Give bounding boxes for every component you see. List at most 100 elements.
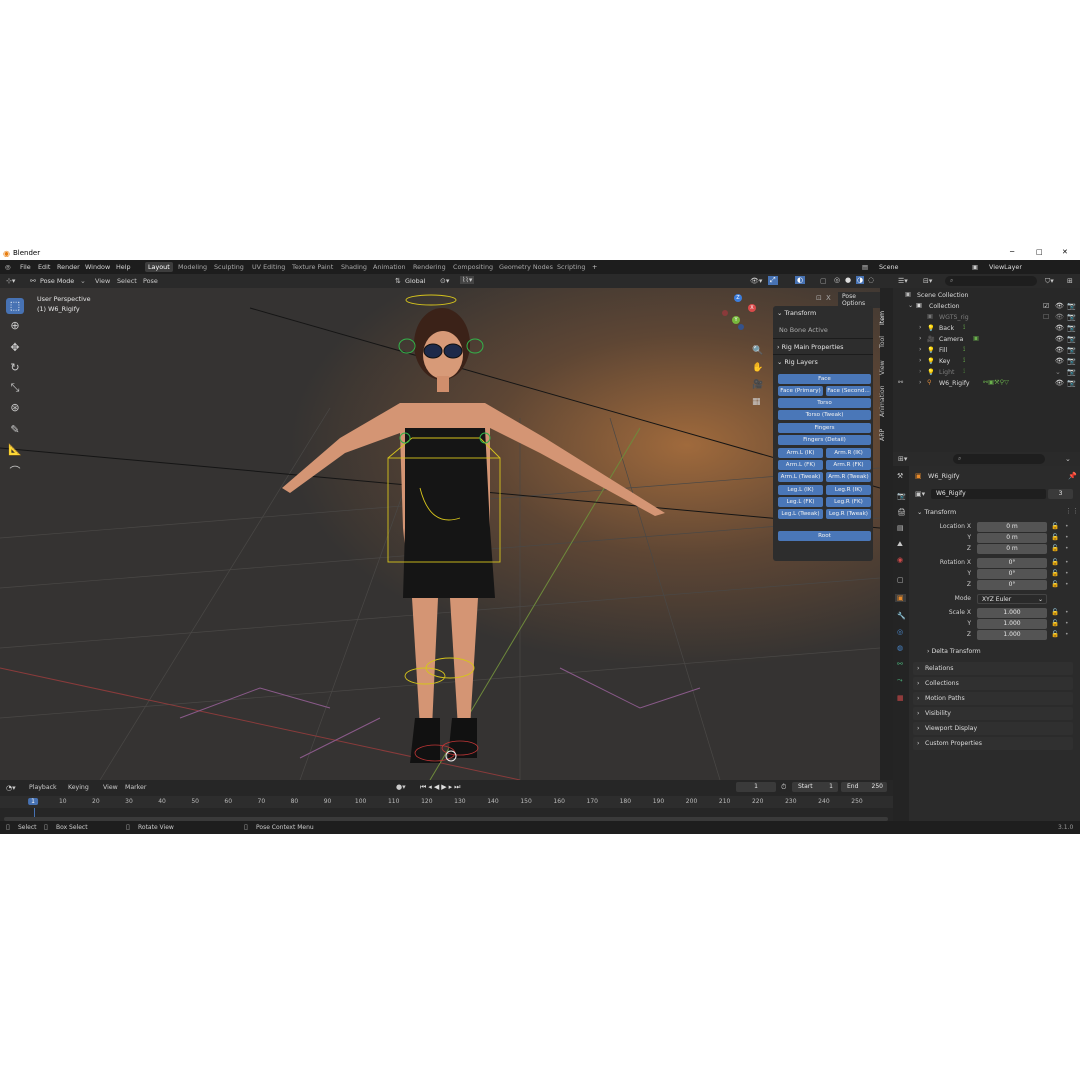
layer-arm-l-tweak-button[interactable]: Arm.L (Tweak) — [778, 472, 823, 482]
object-tab-icon[interactable]: ▣ — [895, 594, 906, 602]
menu-render[interactable]: Render — [57, 263, 80, 271]
relax-pose-tool[interactable]: ⌒ — [6, 464, 24, 480]
ortho-grid-icon[interactable]: ▦ — [752, 397, 761, 407]
collection-tab-icon[interactable]: ▢ — [897, 576, 904, 584]
pan-hand-icon[interactable]: ✋ — [752, 363, 763, 373]
zoom-icon[interactable]: 🔍 — [752, 346, 763, 356]
scale-y-field[interactable]: 1.000 — [977, 619, 1047, 629]
collections-section[interactable]: › Collections — [913, 677, 1073, 690]
layer-fingers-detail-button[interactable]: Fingers (Detail) — [778, 435, 871, 445]
keyframe-dot-icon[interactable]: • — [1065, 620, 1069, 627]
outliner-row-fill[interactable]: › 💡 Fill ⟟ 👁 📷 — [893, 345, 1080, 356]
add-workspace-button[interactable]: + — [592, 263, 597, 271]
layer-torso-button[interactable]: Torso — [778, 398, 871, 408]
pivot-icon[interactable]: ⊙▾ — [440, 277, 449, 285]
workspace-layout[interactable]: Layout — [145, 262, 173, 272]
menu-window[interactable]: Window — [85, 263, 110, 271]
maximize-button[interactable]: □ — [1036, 248, 1043, 256]
timeline-editor-icon[interactable]: ◔▾ — [6, 784, 16, 792]
layer-face-secondary-button[interactable]: Face (Second... — [826, 386, 871, 396]
object-browse-icon[interactable]: ▣▾ — [915, 490, 925, 498]
start-frame-field[interactable]: Start 1 — [792, 782, 838, 792]
layer-leg-l-tweak-button[interactable]: Leg.L (Tweak) — [778, 509, 823, 519]
tab-item[interactable]: Item — [879, 308, 891, 328]
keying-menu[interactable]: Keying — [68, 784, 89, 791]
snap-icon[interactable]: ⌇⌇▾ — [460, 276, 475, 284]
rotate-tool[interactable]: ↻ — [6, 360, 24, 376]
physics-tab-icon[interactable]: ◍ — [897, 644, 903, 652]
data-tab-icon[interactable]: ⤳ — [897, 676, 903, 685]
end-frame-field[interactable]: End 250 — [841, 782, 887, 792]
panel-expand-icon[interactable]: ⊡ — [816, 294, 822, 302]
menu-edit[interactable]: Edit — [38, 263, 50, 271]
lock-icon[interactable]: 🔓 — [1051, 580, 1059, 588]
modifier-tab-icon[interactable]: 🔧 — [897, 612, 906, 620]
workspace-uv-editing[interactable]: UV Editing — [252, 263, 285, 271]
new-collection-icon[interactable]: ⊞ — [1067, 277, 1073, 285]
location-y-field[interactable]: 0 m — [977, 533, 1047, 543]
move-tool[interactable]: ✥ — [6, 340, 24, 356]
layer-arm-r-tweak-button[interactable]: Arm.R (Tweak) — [826, 472, 871, 482]
layer-face-primary-button[interactable]: Face (Primary) — [778, 386, 823, 396]
view-layer-tab-icon[interactable]: ▤ — [897, 524, 904, 532]
workspace-rendering[interactable]: Rendering — [413, 263, 446, 271]
tab-view[interactable]: View — [879, 358, 891, 378]
shading-wire-icon[interactable]: ◎ — [834, 276, 840, 284]
constraints-tab-icon[interactable]: ⚯ — [897, 660, 903, 668]
layer-arm-l-ik-button[interactable]: Arm.L (IK) — [778, 448, 823, 458]
keyframe-dot-icon[interactable]: • — [1065, 559, 1069, 566]
layer-face-button[interactable]: Face — [778, 374, 871, 384]
record-icon[interactable]: ●▾ — [396, 783, 406, 791]
layer-arm-r-fk-button[interactable]: Arm.R (FK) — [826, 460, 871, 470]
transform-tool[interactable]: ⊛ — [6, 400, 24, 416]
timeline-view-menu[interactable]: View — [103, 784, 118, 791]
keyframe-dot-icon[interactable]: • — [1065, 523, 1069, 530]
shading-rendered-icon[interactable]: ◌ — [868, 276, 874, 284]
xray-icon[interactable]: ▢ — [820, 277, 827, 285]
location-z-field[interactable]: 0 m — [977, 544, 1047, 554]
rotation-x-field[interactable]: 0° — [977, 558, 1047, 568]
cursor-tool[interactable]: ⊕ — [6, 318, 24, 334]
rig-layers-header[interactable]: ⌄ Rig Layers — [777, 358, 818, 366]
outliner-row-w6-rigify[interactable]: ⚯ › ⚲ W6_Rigify ⚯▣⚒⚲▽ 👁 📷 — [893, 378, 1080, 389]
layer-root-button[interactable]: Root — [778, 531, 871, 541]
relations-section[interactable]: › Relations — [913, 662, 1073, 675]
transform-section-header[interactable]: ⌄ Transform — [917, 508, 956, 516]
properties-editor-icon[interactable]: ⊞▾ — [898, 455, 907, 463]
workspace-compositing[interactable]: Compositing — [453, 263, 493, 271]
display-mode-icon[interactable]: ⊟▾ — [923, 277, 932, 285]
menu-help[interactable]: Help — [116, 263, 131, 271]
select-menu[interactable]: Select — [117, 277, 137, 285]
scene-icon[interactable]: ▤ — [862, 263, 868, 271]
layer-fingers-button[interactable]: Fingers — [778, 423, 871, 433]
lock-icon[interactable]: 🔓 — [1051, 558, 1059, 566]
camera-view-icon[interactable]: 🎥 — [752, 380, 763, 390]
orientation-selector[interactable]: Global — [405, 277, 425, 285]
workspace-sculpting[interactable]: Sculpting — [214, 263, 244, 271]
scene-selector[interactable]: Scene — [879, 263, 898, 271]
object-name-field[interactable]: W6_Rigify — [931, 489, 1046, 499]
filter-icon[interactable]: ⛉▾ — [1045, 277, 1054, 286]
tab-animation[interactable]: Animation — [879, 382, 891, 420]
outliner-editor-icon[interactable]: ☰▾ — [898, 277, 908, 285]
workspace-scripting[interactable]: Scripting — [557, 263, 585, 271]
outliner-row-key[interactable]: › 💡 Key ⟟ 👁 📷 — [893, 356, 1080, 367]
close-button[interactable]: ✕ — [1062, 248, 1068, 256]
lock-icon[interactable]: 🔓 — [1051, 608, 1059, 616]
layer-arm-l-fk-button[interactable]: Arm.L (FK) — [778, 460, 823, 470]
3d-viewport[interactable]: ⬚ ⊕ ✥ ↻ ⤡ ⊛ ✎ 📐 ⌒ User Perspective (1) W… — [0, 288, 880, 780]
scene-tab-icon[interactable]: ⛰ — [897, 540, 903, 549]
layer-leg-r-tweak-button[interactable]: Leg.R (Tweak) — [826, 509, 871, 519]
layer-leg-r-ik-button[interactable]: Leg.R (IK) — [826, 485, 871, 495]
layer-leg-r-fk-button[interactable]: Leg.R (FK) — [826, 497, 871, 507]
lock-icon[interactable]: 🔓 — [1051, 522, 1059, 530]
lock-icon[interactable]: 🔓 — [1051, 619, 1059, 627]
playback-controls[interactable]: ⏮◂◀▶▸⏭ — [420, 783, 462, 792]
current-frame-field[interactable]: 1 — [736, 782, 776, 792]
outliner-row-wgts[interactable]: ▣ WGTS_rig ☐ 👁 📷 — [893, 312, 1080, 323]
minimize-button[interactable]: ─ — [1010, 248, 1014, 256]
tool-tab-icon[interactable]: ⚒ — [897, 472, 903, 480]
keyframe-dot-icon[interactable]: • — [1065, 570, 1069, 577]
workspace-shading[interactable]: Shading — [341, 263, 367, 271]
workspace-texture-paint[interactable]: Texture Paint — [292, 263, 333, 271]
